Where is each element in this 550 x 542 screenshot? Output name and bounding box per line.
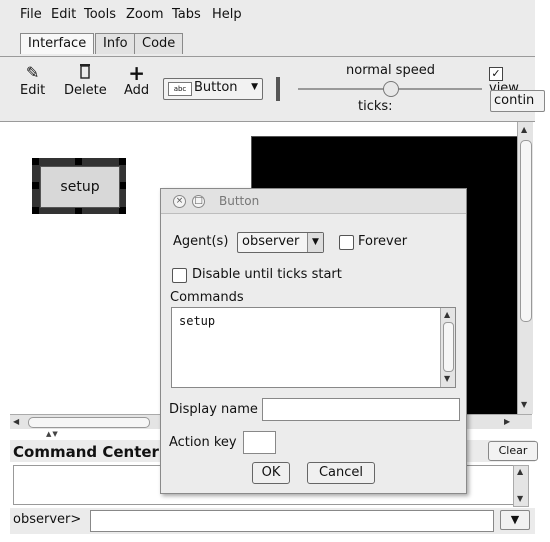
delete-button[interactable]: Delete <box>64 63 107 98</box>
ticks-label: ticks: <box>358 99 393 114</box>
speed-slider-knob[interactable] <box>383 81 399 97</box>
scroll-thumb[interactable] <box>443 322 454 372</box>
minimize-icon[interactable]: □ <box>192 195 205 208</box>
clear-button[interactable]: Clear <box>488 441 538 461</box>
agents-label: Agent(s) <box>173 234 229 249</box>
chevron-down-icon: ▼ <box>251 82 258 92</box>
disable-until-ticks-checkbox[interactable] <box>172 268 187 283</box>
action-key-field[interactable] <box>243 431 276 454</box>
tab-interface[interactable]: Interface <box>20 33 95 54</box>
display-name-field[interactable] <box>262 398 460 421</box>
scroll-down-icon[interactable]: ▼ <box>517 494 523 503</box>
setup-button[interactable]: setup <box>40 166 120 208</box>
edit-button[interactable]: ✎ Edit <box>20 63 45 98</box>
delete-label: Delete <box>64 83 107 98</box>
resize-handle[interactable] <box>32 182 39 189</box>
commands-textarea[interactable]: setup ▲ ▼ <box>171 307 456 388</box>
commands-scrollbar[interactable]: ▲ ▼ <box>440 308 455 387</box>
commands-text: setup <box>179 314 216 328</box>
menu-tabs[interactable]: Tabs <box>172 7 201 22</box>
display-name-label: Display name <box>169 402 258 417</box>
forever-label: Forever <box>358 234 408 249</box>
menu-tools[interactable]: Tools <box>84 7 116 22</box>
resize-handle[interactable] <box>32 207 39 214</box>
scroll-thumb[interactable] <box>28 417 150 428</box>
cancel-button[interactable]: Cancel <box>307 462 375 484</box>
disable-until-ticks-label: Disable until ticks start <box>192 267 342 282</box>
menu-zoom[interactable]: Zoom <box>126 7 163 22</box>
toolbar: ✎ Edit Delete + Add abc Button ▼ normal … <box>0 57 545 122</box>
ok-button[interactable]: OK <box>252 462 290 484</box>
command-input-row: observer> ▼ <box>10 508 535 534</box>
command-center-title: Command Center <box>13 443 159 461</box>
commands-label: Commands <box>170 290 244 305</box>
edit-label: Edit <box>20 83 46 98</box>
resize-handle[interactable] <box>75 207 82 214</box>
button-widget-icon: abc <box>168 82 192 96</box>
scroll-right-icon[interactable]: ▶ <box>504 417 510 426</box>
tab-bar: Interface Info Code <box>0 30 535 57</box>
interface-vertical-scrollbar[interactable]: ▲ ▼ <box>517 122 533 414</box>
agents-value: observer <box>242 234 300 249</box>
agents-select[interactable]: observer ▼ <box>237 232 324 253</box>
trash-icon <box>64 63 107 83</box>
close-icon[interactable]: × <box>173 195 186 208</box>
button-dialog: × □ Button Agent(s) observer ▼ Forever D… <box>160 188 467 494</box>
toolbar-separator <box>276 77 280 101</box>
speed-label: normal speed <box>346 63 435 78</box>
resize-handle[interactable] <box>119 158 126 165</box>
resize-handle[interactable] <box>119 182 126 189</box>
pencil-icon: ✎ <box>25 63 40 82</box>
menu-help[interactable]: Help <box>212 7 242 22</box>
menu-edit[interactable]: Edit <box>51 7 76 22</box>
scroll-up-icon[interactable]: ▲ <box>521 125 527 134</box>
resize-handle[interactable] <box>119 207 126 214</box>
dialog-title: Button <box>219 194 260 208</box>
dialog-titlebar[interactable]: × □ Button <box>161 189 466 214</box>
add-button[interactable]: + Add <box>124 63 149 98</box>
setup-widget-selected[interactable]: setup <box>32 158 126 214</box>
splitter-handle[interactable]: ▲▼ <box>46 430 64 438</box>
scroll-down-icon[interactable]: ▼ <box>521 400 527 409</box>
menu-file[interactable]: File <box>20 7 42 22</box>
menu-bar: File Edit Tools Zoom Tabs Help <box>0 0 535 30</box>
tab-code[interactable]: Code <box>134 33 184 54</box>
scroll-up-icon[interactable]: ▲ <box>517 467 523 476</box>
chevron-down-icon: ▼ <box>510 513 520 526</box>
resize-handle[interactable] <box>75 158 82 165</box>
widget-type-value: Button <box>194 80 238 95</box>
command-history-dropdown[interactable]: ▼ <box>500 510 530 530</box>
update-mode-select[interactable]: contin <box>490 90 545 112</box>
command-output-scrollbar[interactable]: ▲ ▼ <box>513 465 529 507</box>
agent-prompt: observer> <box>13 512 82 527</box>
plus-icon: + <box>128 61 145 85</box>
action-key-label: Action key <box>169 435 237 450</box>
forever-checkbox[interactable] <box>339 235 354 250</box>
tab-info[interactable]: Info <box>95 33 136 54</box>
checkmark-icon: ✓ <box>489 67 503 81</box>
add-label: Add <box>124 83 150 98</box>
scroll-left-icon[interactable]: ◀ <box>13 417 19 426</box>
command-input[interactable] <box>90 510 494 532</box>
scroll-thumb[interactable] <box>520 140 532 322</box>
widget-type-select[interactable]: abc Button ▼ <box>163 78 263 100</box>
scroll-down-icon[interactable]: ▼ <box>444 374 450 383</box>
chevron-down-icon: ▼ <box>307 233 323 252</box>
scroll-up-icon[interactable]: ▲ <box>444 310 450 319</box>
resize-handle[interactable] <box>32 158 39 165</box>
